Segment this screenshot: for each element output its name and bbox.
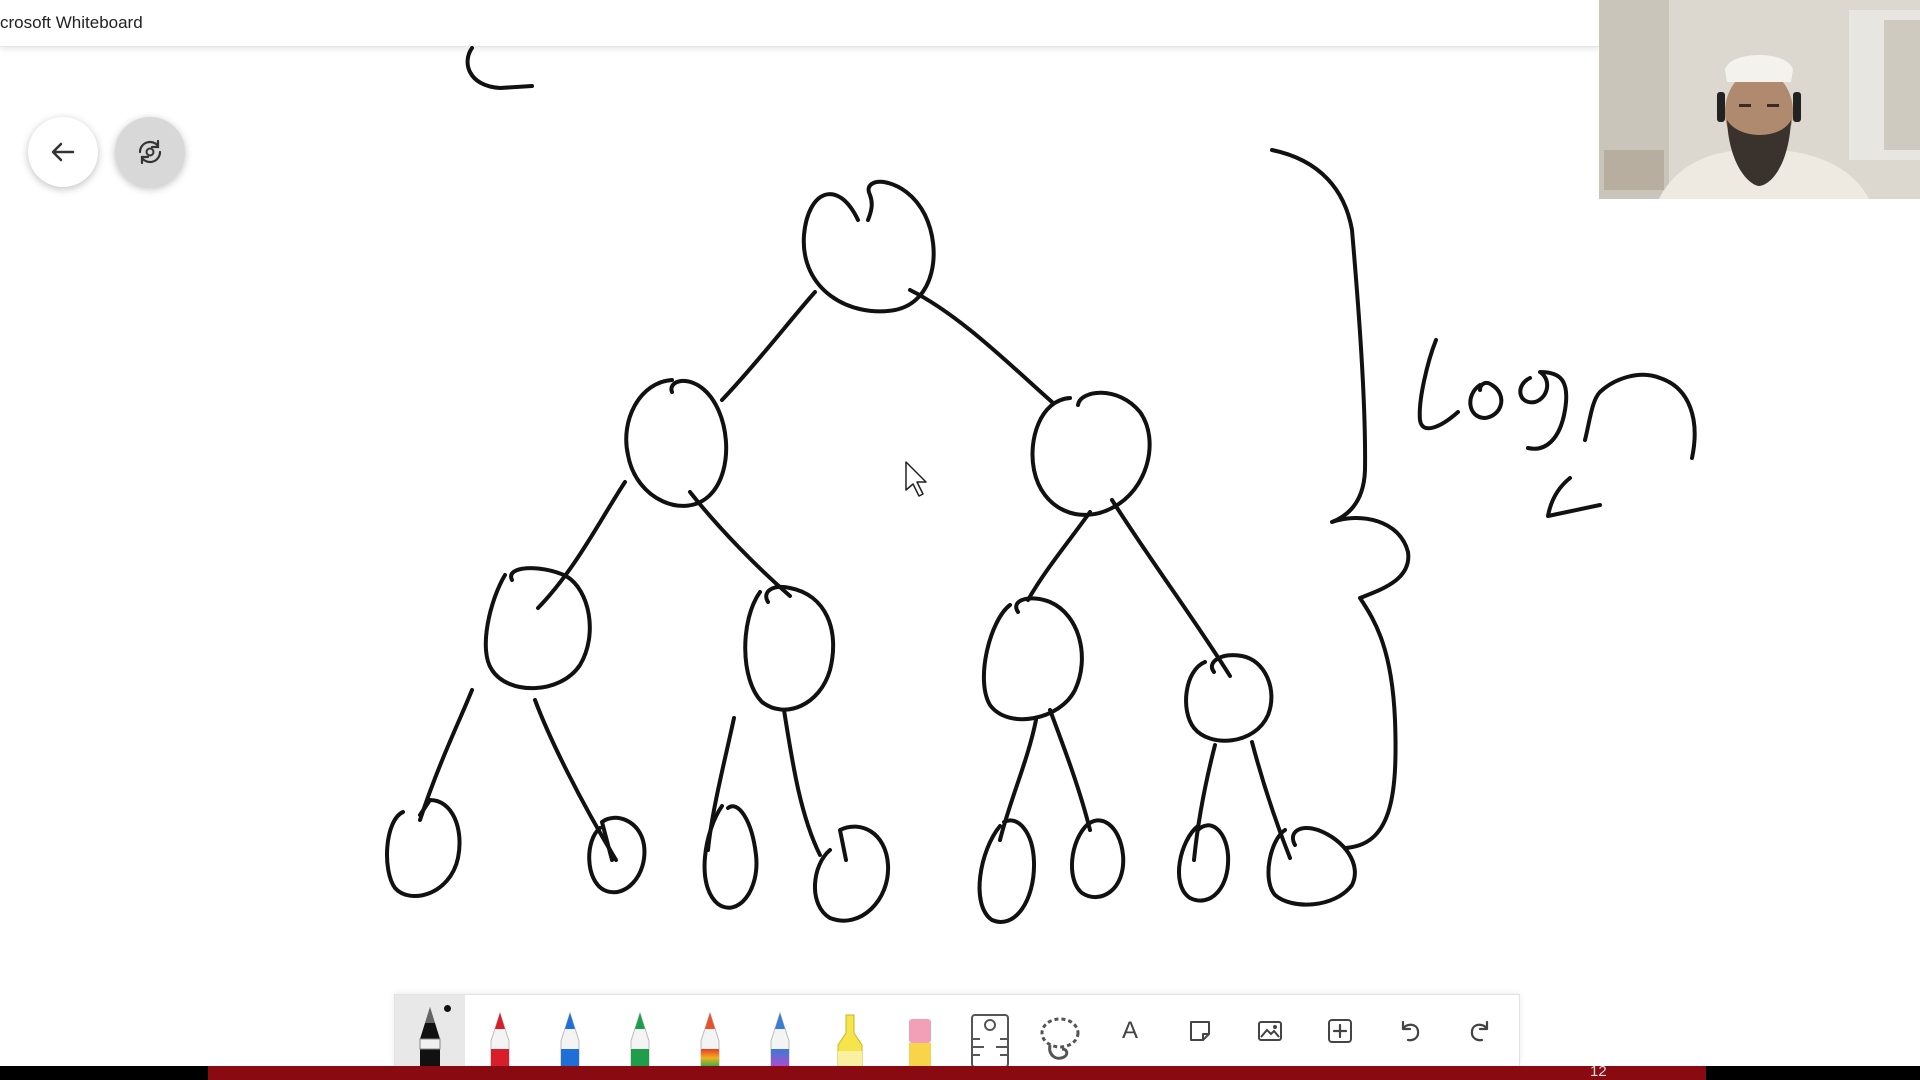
ink-layer <box>385 46 1697 924</box>
green-pen-icon <box>630 1011 650 1067</box>
undo-icon <box>1401 1020 1420 1042</box>
tool-lasso[interactable] <box>1025 995 1095 1067</box>
mouse-cursor <box>905 461 927 497</box>
tool-note[interactable] <box>1165 995 1235 1067</box>
rainbow-pen-icon <box>700 1011 720 1067</box>
handwriting-log-n <box>1583 372 1697 460</box>
window-title: crosoft Whiteboard <box>0 13 143 32</box>
tree-node-l2-right <box>1030 390 1152 517</box>
lasso-icon <box>1040 1017 1080 1060</box>
tool-ruler[interactable] <box>955 995 1025 1067</box>
tree-edge <box>1192 743 1217 862</box>
tool-black-pen[interactable] <box>395 995 465 1067</box>
tool-text[interactable]: A <box>1095 995 1165 1067</box>
tree-leaf-7 <box>1176 823 1231 903</box>
black-pen-icon <box>419 1007 441 1067</box>
tool-highlighter[interactable] <box>815 995 885 1067</box>
text-tool-label: A <box>1121 1017 1138 1044</box>
back-button[interactable] <box>28 117 98 187</box>
title-bar: crosoft Whiteboard <box>0 0 1600 47</box>
tool-rainbow-pen[interactable] <box>675 995 745 1067</box>
page-number: 12 <box>1590 1063 1607 1080</box>
tree-edge <box>720 290 817 402</box>
tool-eraser[interactable] <box>885 995 955 1067</box>
arrow-left-icon <box>51 142 75 162</box>
ink-replay-icon <box>138 139 162 165</box>
blue-pen-icon <box>560 1011 580 1067</box>
tree-node-l3-2 <box>743 585 836 712</box>
height-brace <box>1270 148 1411 850</box>
presenter-image <box>1599 0 1920 199</box>
image-icon <box>1258 1021 1282 1041</box>
tree-edge <box>1026 510 1092 602</box>
tool-red-pen[interactable] <box>465 995 535 1067</box>
tree-edge <box>908 288 1054 404</box>
galaxy-pen-icon <box>770 1011 790 1067</box>
handwriting-log-n <box>1468 380 1504 420</box>
tree-leaf-4 <box>813 824 891 923</box>
tool-image[interactable] <box>1235 995 1305 1067</box>
whiteboard-canvas[interactable] <box>0 46 1920 1066</box>
tree-edge <box>688 490 792 598</box>
tree-node-l3-4 <box>1184 653 1274 743</box>
tree-edge <box>782 708 822 857</box>
tree-node-l2-left <box>624 378 729 508</box>
ruler-icon <box>971 1014 1009 1067</box>
tool-blue-pen[interactable] <box>535 995 605 1067</box>
tree-edge <box>418 688 474 822</box>
progress-fill <box>208 1066 1706 1080</box>
undo-button[interactable] <box>1375 995 1445 1067</box>
tool-add[interactable] <box>1305 995 1375 1067</box>
tree-edge <box>1110 498 1232 678</box>
tool-green-pen[interactable] <box>605 995 675 1067</box>
tool-galaxy-pen[interactable] <box>745 995 815 1067</box>
redo-icon <box>1470 1020 1489 1042</box>
eraser-icon <box>909 1019 931 1067</box>
redo-button[interactable] <box>1445 995 1515 1067</box>
tree-node-l3-3 <box>981 596 1084 722</box>
video-progress-bar[interactable]: 12 <box>0 1063 1920 1080</box>
highlighter-icon <box>837 1014 863 1067</box>
handwriting-check <box>1546 476 1602 518</box>
note-icon <box>1190 1021 1210 1041</box>
ink-stroke-top <box>465 46 534 90</box>
ink-replay-button[interactable] <box>115 117 185 187</box>
tree-leaf-5 <box>977 818 1037 924</box>
tree-edge <box>1048 708 1092 832</box>
handwriting-log-n <box>1518 370 1569 451</box>
webcam-video <box>1599 0 1920 199</box>
tree-edge <box>1250 740 1292 860</box>
tree-edge <box>706 716 736 852</box>
tree-leaf-6 <box>1070 818 1126 900</box>
tree-node-l3-1 <box>483 566 592 691</box>
handwriting-log-n <box>1417 338 1460 431</box>
whiteboard-app: crosoft Whiteboard A 12 <box>0 0 1920 1080</box>
add-icon <box>1328 1019 1352 1043</box>
ink-toolbar: A <box>394 994 1520 1067</box>
red-pen-icon <box>490 1011 510 1067</box>
tree-edge <box>533 698 618 862</box>
